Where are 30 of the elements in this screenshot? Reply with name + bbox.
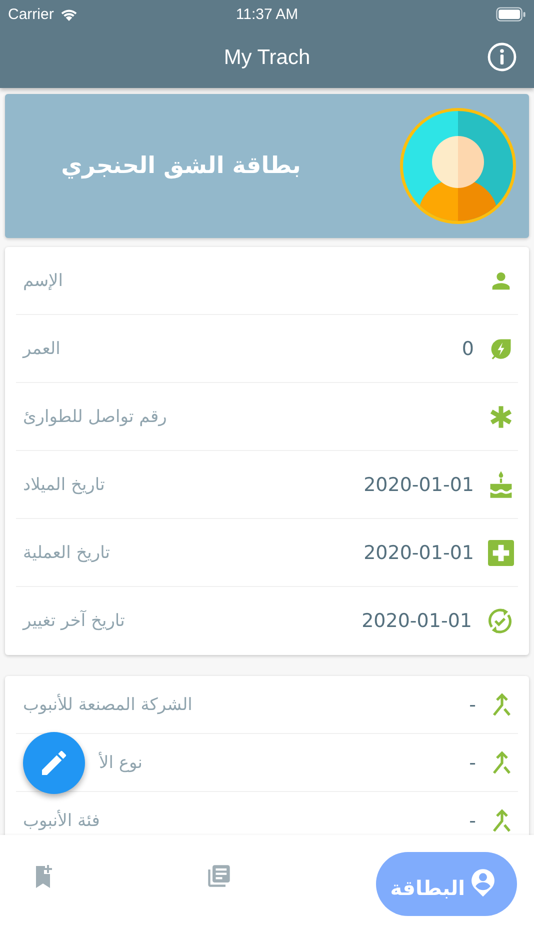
- list-icon: [206, 863, 232, 889]
- card-title: بطاقة الشق الحنجري: [61, 153, 301, 179]
- row-label: فئة الأنبوب: [23, 811, 100, 831]
- battery-icon: [496, 6, 526, 22]
- row-label: تاريخ الميلاد: [23, 474, 105, 494]
- row-value: -: [469, 752, 476, 774]
- cake-icon: [488, 470, 514, 500]
- medical-cross-icon: [488, 540, 514, 566]
- row-value: 2020-01-01: [362, 610, 472, 632]
- avatar-icon: [397, 105, 519, 227]
- row-value: 2020-01-01: [364, 542, 474, 564]
- row-value: -: [469, 810, 476, 832]
- status-time: 11:37 AM: [236, 6, 298, 22]
- row-label: العمر: [23, 338, 60, 358]
- sync-check-icon: [486, 607, 514, 635]
- row-label: رقم تواصل للطوارئ: [23, 406, 167, 426]
- row-value: -: [469, 694, 476, 716]
- edit-button[interactable]: [23, 732, 85, 794]
- row-label: الشركة المصنعة للأنبوب: [23, 694, 192, 714]
- card-tab[interactable]: البطاقة: [376, 852, 517, 916]
- asterisk-icon: [488, 404, 514, 430]
- row-label: نوع الأ: [99, 752, 142, 772]
- row-value: 2020-01-01: [364, 474, 474, 496]
- info-icon[interactable]: [487, 42, 517, 72]
- row-label: تاريخ العملية: [23, 542, 110, 562]
- row-value: 0: [462, 338, 474, 360]
- nav-title: My Trach: [224, 46, 310, 70]
- row-label: الإسم: [23, 270, 63, 290]
- carrier-name: Carrier: [8, 6, 54, 22]
- row-label: تاريخ آخر تغيير: [23, 611, 125, 631]
